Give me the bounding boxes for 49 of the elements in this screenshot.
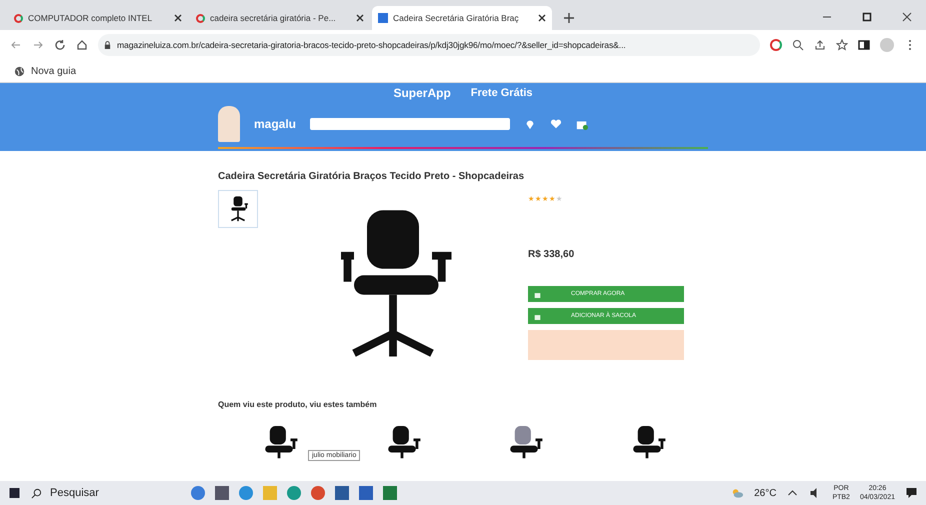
temperature: 26°C: [754, 488, 776, 498]
reload-icon[interactable]: [54, 39, 66, 51]
mascot-avatar: [218, 106, 240, 142]
tab-title: cadeira secretária giratória - Pe...: [210, 13, 337, 23]
new-tab-icon[interactable]: [564, 13, 574, 23]
home-icon[interactable]: [76, 39, 88, 51]
globe-icon: [14, 66, 25, 76]
weather-icon: [731, 487, 744, 499]
search-icon: [31, 488, 42, 498]
heart-icon[interactable]: [550, 118, 562, 130]
free-shipping-label: Frete Grátis: [470, 87, 533, 99]
browser-tab[interactable]: Cadeira Secretária Giratória Braç: [372, 6, 552, 30]
start-icon[interactable]: [8, 487, 21, 499]
taskbar-search[interactable]: Pesquisar: [31, 487, 181, 499]
search-field[interactable]: [310, 118, 510, 130]
address-bar[interactable]: magazineluiza.com.br/cadeira-secretaria-giratoria-bracos-tecido-preto-shopcadeiras/p/kdj30jgk96/mo/moec/?&seller_id=shopcadeiras&...: [98, 34, 760, 56]
price: R$ 338,60: [528, 249, 576, 260]
tab-title: COMPUTADOR completo INTEL: [28, 13, 154, 23]
close-icon[interactable]: [902, 12, 912, 22]
close-icon[interactable]: [356, 14, 364, 22]
bag-icon: [534, 312, 541, 320]
sidebar-icon[interactable]: [858, 39, 870, 51]
forward-icon[interactable]: [32, 39, 44, 51]
lock-icon: [104, 40, 111, 50]
close-icon[interactable]: [174, 14, 182, 22]
share-icon[interactable]: [814, 39, 826, 51]
star-icon[interactable]: [836, 39, 848, 51]
product-title: Cadeira Secretária Giratória Braços Tecido Preto - Shopcadeiras: [218, 171, 526, 182]
app-icon[interactable]: [287, 486, 301, 500]
browser-tab[interactable]: COMPUTADOR completo INTEL: [8, 6, 188, 30]
section-heading: Quem viu este produto, viu estes também: [218, 400, 378, 409]
back-icon[interactable]: [10, 39, 22, 51]
google-icon: [196, 14, 205, 22]
app-icon[interactable]: [191, 486, 205, 500]
product-thumbnail[interactable]: [218, 190, 258, 228]
tab-title: Cadeira Secretária Giratória Braç: [393, 13, 520, 23]
close-icon[interactable]: [538, 14, 546, 22]
google-icon[interactable]: [770, 39, 782, 51]
google-icon: [14, 14, 23, 22]
app-icon[interactable]: [311, 486, 325, 500]
bookmark-link[interactable]: Nova guia: [31, 66, 76, 76]
notification-icon[interactable]: [905, 487, 918, 499]
app-icon[interactable]: [239, 486, 253, 500]
browser-tab[interactable]: cadeira secretária giratória - Pe...: [190, 6, 370, 30]
store-icon: [378, 13, 388, 23]
bag-icon: [534, 290, 541, 298]
zoom-icon[interactable]: [792, 39, 804, 51]
location-pin-icon[interactable]: [524, 118, 536, 130]
restore-icon[interactable]: [862, 12, 872, 22]
